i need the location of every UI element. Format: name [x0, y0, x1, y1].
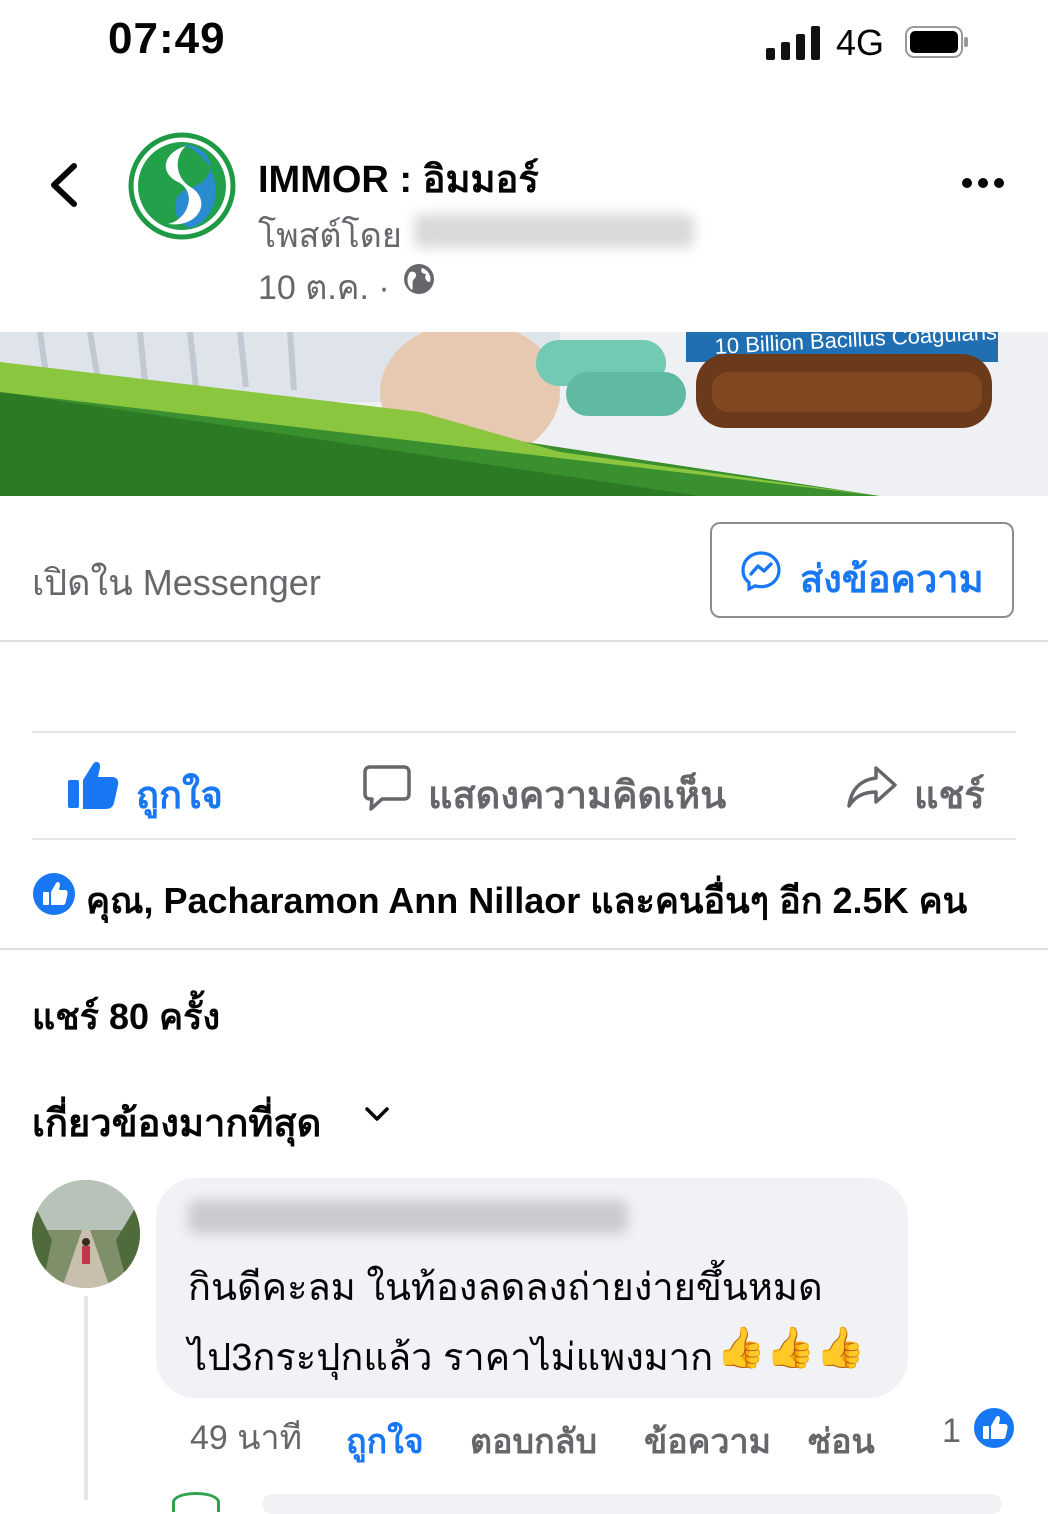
- comment-time: 49 นาที: [190, 1419, 303, 1457]
- comment-message-button[interactable]: ข้อความ: [644, 1414, 771, 1468]
- more-options-icon[interactable]: [958, 168, 1008, 198]
- comment-text-line-2: ไป3กระปุกแล้ว ราคาไม่แพงมาก: [188, 1337, 714, 1379]
- comment-like-count: 1: [942, 1412, 961, 1450]
- post-image[interactable]: [0, 332, 1048, 496]
- back-icon[interactable]: [44, 160, 84, 210]
- like-button[interactable]: ถูกใจ: [136, 764, 223, 825]
- network-type: 4G: [836, 22, 885, 63]
- globe-icon: [404, 264, 434, 294]
- page-logo[interactable]: [128, 132, 236, 240]
- divider: [0, 640, 1048, 642]
- like-reaction-icon[interactable]: [32, 872, 76, 916]
- divider: [32, 731, 1016, 733]
- comment-like-button[interactable]: ถูกใจ: [346, 1414, 424, 1468]
- like-reaction-icon[interactable]: [972, 1406, 1016, 1450]
- comment-sort-selector[interactable]: เกี่ยวข้องมากที่สุด: [32, 1092, 321, 1153]
- post-date[interactable]: 10 ต.ค. ·: [258, 260, 390, 314]
- send-message-label[interactable]: ส่งข้อความ: [800, 548, 984, 609]
- thread-line: [84, 1296, 88, 1500]
- reactions-summary[interactable]: คุณ, Pacharamon Ann Nillaor และคนอื่นๆ อ…: [86, 872, 967, 929]
- battery-icon: [905, 26, 968, 58]
- posted-by-label: โพสต์โดย: [258, 217, 402, 255]
- thumbs-up-icon[interactable]: [66, 758, 120, 812]
- commenter-name-redacted: [188, 1200, 628, 1234]
- comment-text-line-1: กินดีคะลม ในท้องลดลงถ่ายง่ายขึ้นหมด: [188, 1267, 823, 1309]
- comment-button[interactable]: แสดงความคิดเห็น: [428, 764, 726, 825]
- comment-icon[interactable]: [362, 764, 412, 812]
- avatar[interactable]: [32, 1180, 140, 1288]
- shares-count[interactable]: แชร์ 80 ครั้ง: [32, 988, 220, 1045]
- share-icon[interactable]: [846, 764, 898, 810]
- status-time: 07:49: [108, 14, 226, 63]
- share-button[interactable]: แชร์: [914, 764, 985, 825]
- posted-by-name-redacted: [414, 214, 694, 248]
- avatar-photo: [32, 1180, 140, 1288]
- messenger-icon: [741, 551, 781, 592]
- post-image-art: [0, 332, 1048, 496]
- signal-icon: [766, 26, 822, 60]
- chevron-down-icon[interactable]: [362, 1102, 392, 1126]
- thumbs-up-emoji: 👍👍👍: [716, 1326, 866, 1370]
- divider: [32, 838, 1016, 840]
- divider: [0, 948, 1048, 950]
- comment-hide-button[interactable]: ซ่อน: [808, 1414, 875, 1468]
- page-name[interactable]: IMMOR : อิมมอร์: [258, 148, 539, 209]
- comment-reply-button[interactable]: ตอบกลับ: [470, 1414, 597, 1468]
- reply-bubble[interactable]: [262, 1494, 1002, 1514]
- open-in-messenger-label: เปิดใน Messenger: [32, 562, 321, 603]
- reply-avatar[interactable]: [172, 1492, 220, 1512]
